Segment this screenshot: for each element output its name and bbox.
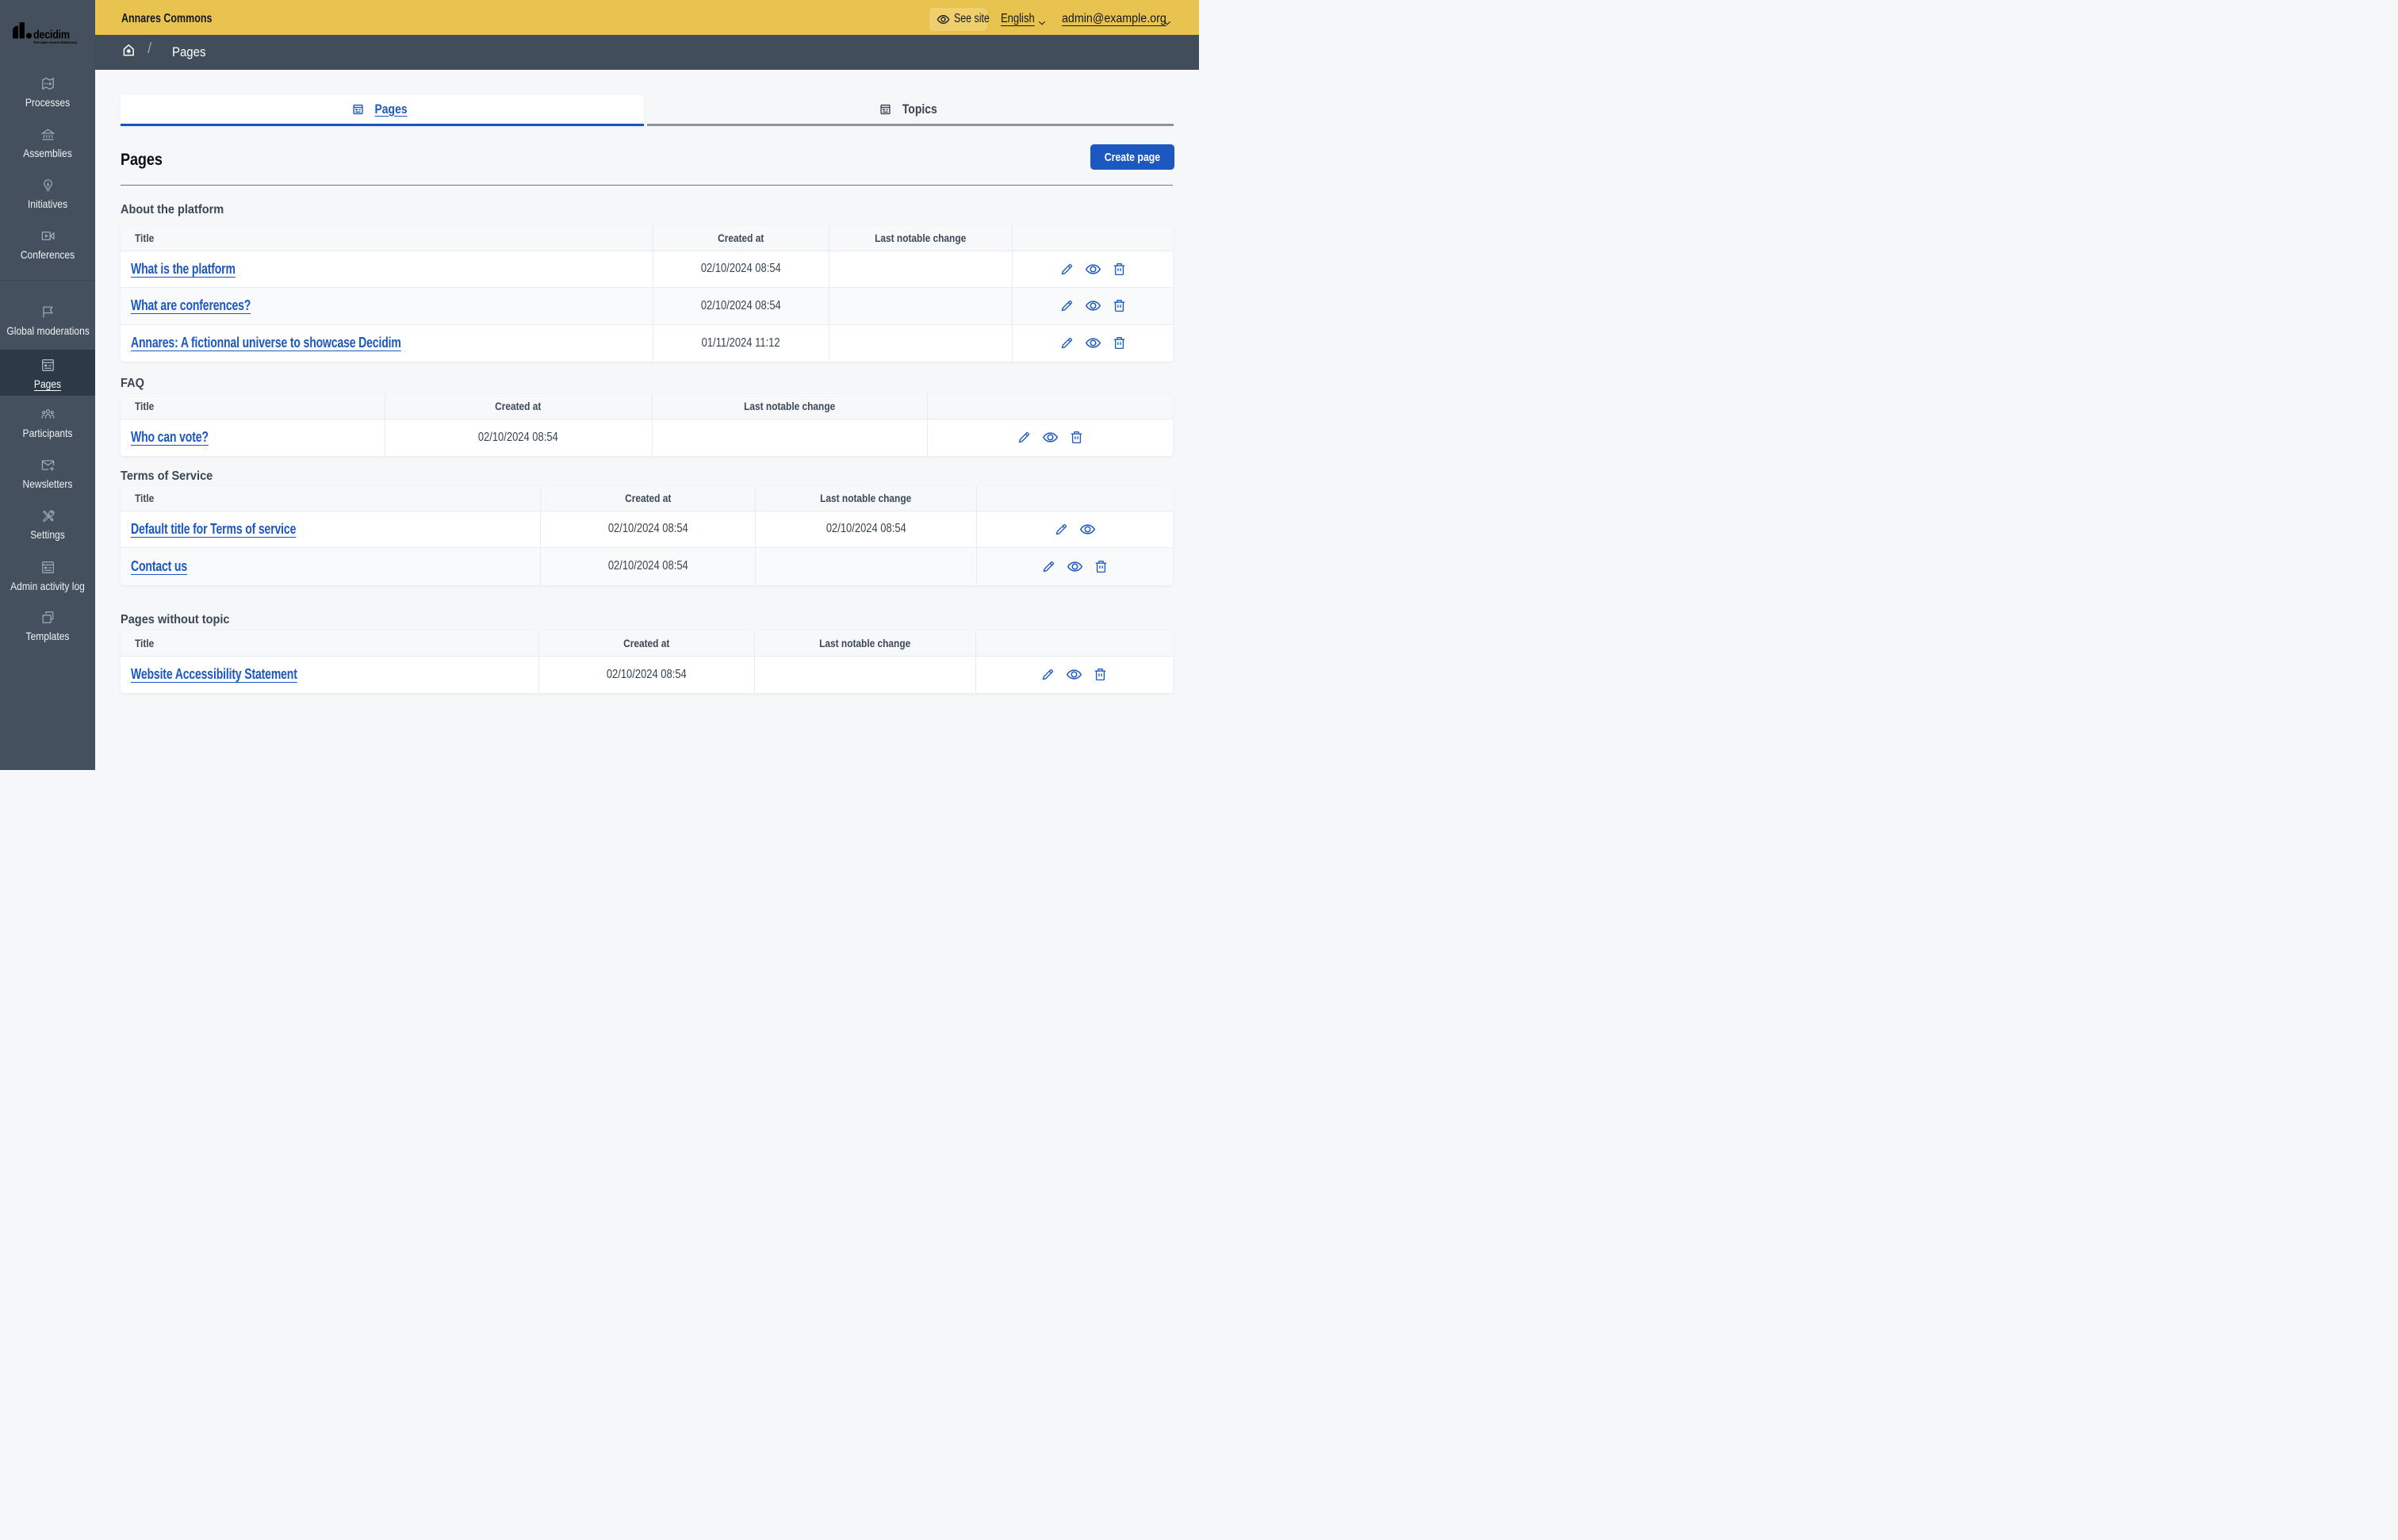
svg-text:free open-source democracy: free open-source democracy (34, 40, 78, 44)
svg-text:decidim: decidim (33, 29, 70, 41)
